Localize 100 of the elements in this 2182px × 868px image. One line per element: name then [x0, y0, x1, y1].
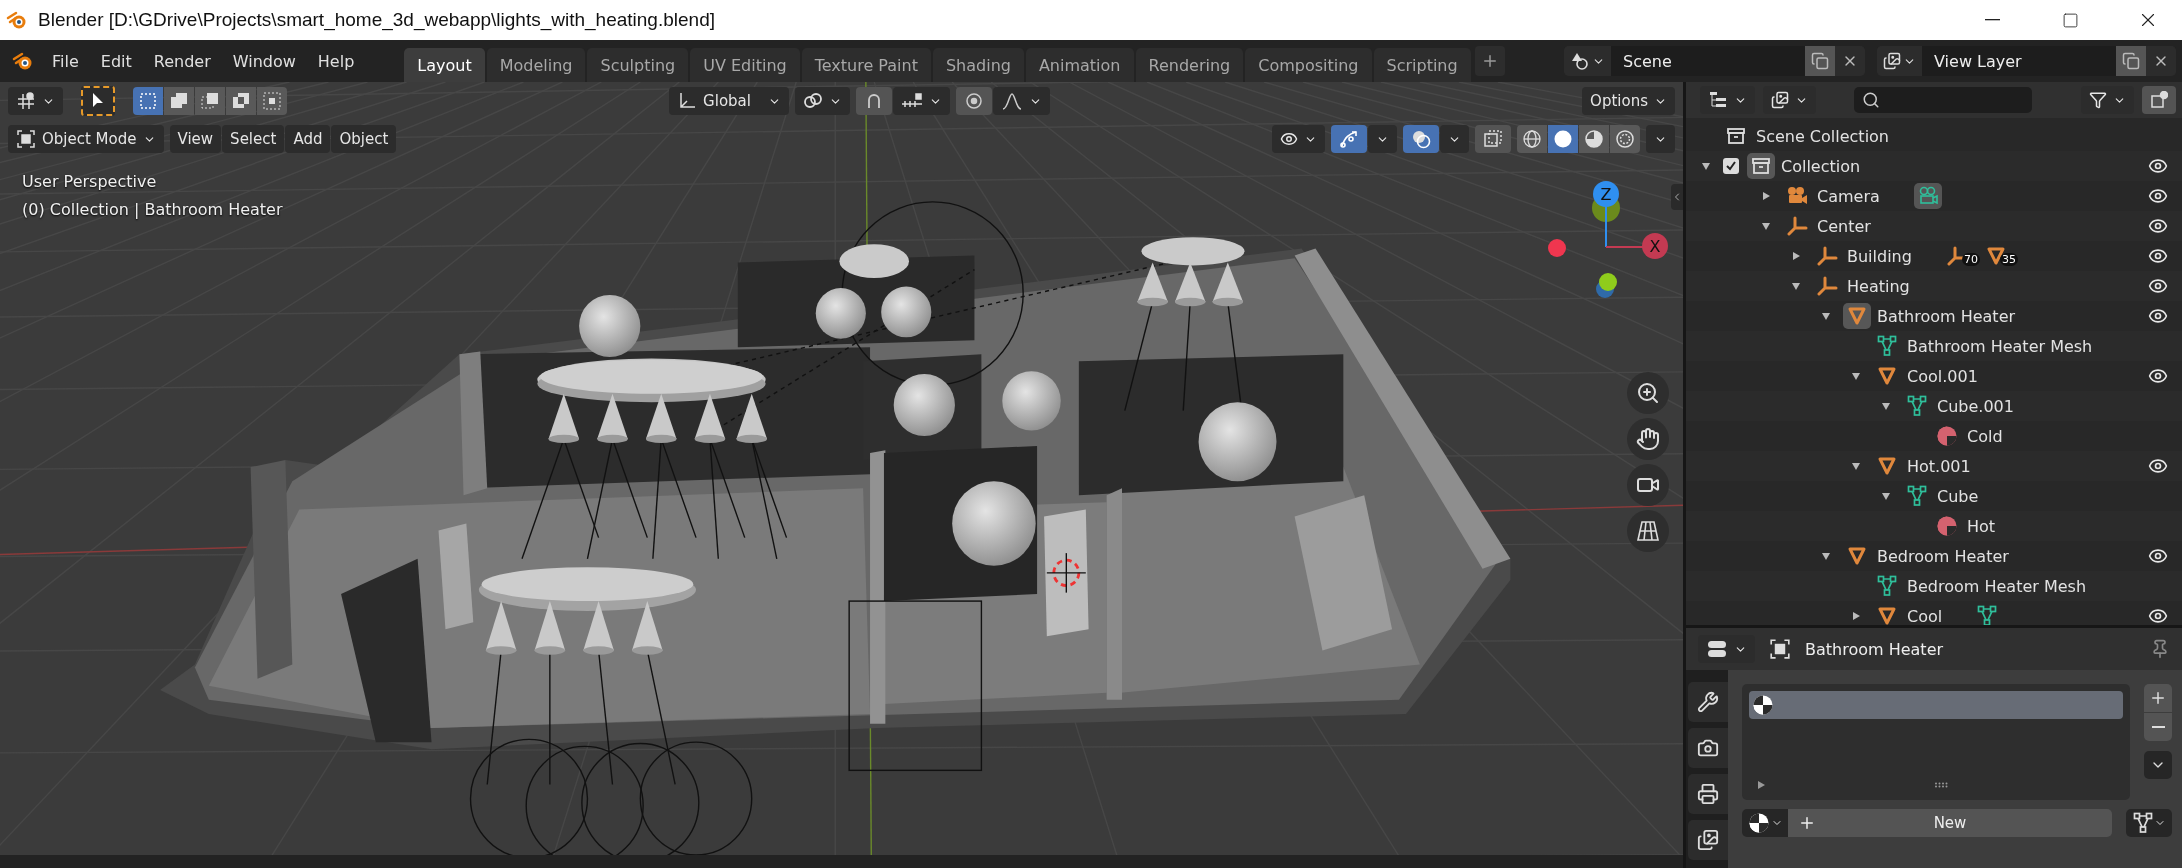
link-dropdown[interactable] — [2126, 809, 2172, 837]
slot-menu-button[interactable] — [2144, 751, 2172, 779]
workspace-tab[interactable]: Modeling — [486, 48, 586, 82]
sidebar-toggle[interactable] — [1671, 184, 1683, 210]
eye-icon[interactable] — [2148, 276, 2168, 296]
expanded-arrow-icon[interactable] — [1701, 161, 1711, 171]
expanded-arrow-icon[interactable] — [1881, 401, 1891, 411]
view-layer-dropdown[interactable] — [1763, 86, 1816, 114]
copy-scene-button[interactable] — [1805, 46, 1835, 76]
scene-field[interactable]: Scene — [1611, 46, 1805, 76]
gizmo-toggle[interactable] — [1331, 125, 1367, 153]
shading-mode-button[interactable] — [1548, 125, 1578, 153]
editor-type-dropdown[interactable] — [1698, 635, 1755, 663]
workspace-tab[interactable]: Animation — [1025, 48, 1134, 82]
axis-label: Z — [1600, 185, 1612, 204]
snap-toggle[interactable] — [856, 87, 893, 115]
eye-icon[interactable] — [2148, 456, 2168, 476]
collapsed-arrow-icon[interactable] — [1851, 611, 1861, 621]
eye-icon[interactable] — [2148, 306, 2168, 326]
add-workspace-button[interactable] — [1474, 46, 1505, 76]
eye-icon[interactable] — [2148, 546, 2168, 566]
menu-item[interactable]: Edit — [90, 47, 142, 75]
material-slot-list[interactable] — [1742, 684, 2130, 800]
new-collection-button[interactable] — [2142, 86, 2176, 114]
remove-slot-button[interactable] — [2144, 713, 2172, 741]
eye-icon[interactable] — [2148, 156, 2168, 176]
collapsed-arrow-icon[interactable] — [1791, 251, 1801, 261]
checkmark-icon — [1725, 160, 1737, 172]
output-tab[interactable] — [1688, 774, 1728, 814]
search-field[interactable] — [1854, 87, 2032, 113]
axis-gizmo[interactable] — [1548, 181, 1668, 298]
select-mode-button[interactable] — [195, 87, 225, 115]
menu-item[interactable]: Help — [307, 47, 365, 75]
expanded-arrow-icon[interactable] — [1851, 461, 1861, 471]
options-dropdown[interactable]: Options — [1582, 87, 1675, 115]
expanded-arrow-icon[interactable] — [1851, 371, 1861, 381]
viewport-menu[interactable]: Object — [331, 125, 397, 153]
expanded-arrow-icon[interactable] — [1791, 281, 1801, 291]
new-material-button[interactable]: New — [1788, 809, 2112, 837]
display-mode-dropdown[interactable] — [1700, 86, 1755, 114]
overlay-toggle[interactable] — [1403, 125, 1439, 153]
viewport-menu[interactable]: Select — [222, 125, 285, 153]
menu-item[interactable]: File — [42, 47, 89, 75]
menu-item[interactable]: Window — [222, 47, 306, 75]
workspace-tab[interactable]: Rendering — [1135, 48, 1244, 82]
render-tab[interactable] — [1688, 728, 1728, 768]
tool-tab[interactable] — [1688, 682, 1728, 722]
copy-view-layer-button[interactable] — [2116, 46, 2146, 76]
select-tool-button[interactable] — [81, 86, 115, 116]
camera-data-badge[interactable] — [1913, 183, 1942, 209]
shading-mode-button[interactable] — [1610, 125, 1640, 153]
checkbox[interactable] — [1723, 158, 1739, 174]
eye-icon[interactable] — [2148, 216, 2168, 236]
browse-material-button[interactable] — [1742, 809, 1788, 837]
view-layer-field[interactable]: View Layer — [1922, 46, 2116, 76]
window-title: Blender [D:\GDrive\Projects\smart_home_3d_webapp\lights_with_heating.blend] — [38, 9, 716, 31]
filter-dropdown[interactable] — [2081, 86, 2134, 114]
zoom-button[interactable] — [1627, 372, 1669, 414]
orientation-dropdown[interactable]: Global — [669, 87, 790, 115]
expanded-arrow-icon[interactable] — [1821, 311, 1831, 321]
snap-target-dropdown[interactable] — [893, 87, 951, 115]
viewport-menu[interactable]: Add — [285, 125, 331, 153]
select-mode-button[interactable] — [164, 87, 194, 115]
workspace-tab[interactable]: Layout — [404, 48, 485, 82]
select-mode-button[interactable] — [226, 87, 256, 115]
camera-view-button[interactable] — [1627, 464, 1669, 506]
pivot-dropdown[interactable] — [8, 87, 63, 115]
pan-button[interactable] — [1627, 418, 1669, 460]
visibility-dropdown[interactable] — [1272, 125, 1325, 153]
eye-icon[interactable] — [2148, 366, 2168, 386]
falloff-dropdown[interactable] — [993, 87, 1051, 115]
collapsed-arrow-icon[interactable] — [1761, 191, 1771, 201]
shading-mode-button[interactable] — [1517, 125, 1547, 153]
expanded-arrow-icon[interactable] — [1761, 221, 1771, 231]
expanded-arrow-icon[interactable] — [1881, 491, 1891, 501]
workspace-tab[interactable]: Texture Paint — [801, 48, 931, 82]
workspace-tab[interactable]: Shading — [932, 48, 1024, 82]
eye-icon[interactable] — [2148, 246, 2168, 266]
eye-icon[interactable] — [2148, 186, 2168, 206]
transform-affect-dropdown[interactable] — [795, 87, 851, 115]
add-slot-button[interactable] — [2144, 684, 2172, 712]
expand-arrow-icon[interactable] — [1756, 780, 1766, 790]
workspace-tab[interactable]: UV Editing — [690, 48, 800, 82]
workspace-tab[interactable]: Compositing — [1245, 48, 1372, 82]
menu-item[interactable]: Render — [143, 47, 221, 75]
xray-toggle[interactable] — [1475, 125, 1511, 153]
perspective-grid-button[interactable] — [1627, 510, 1669, 552]
resize-handle-icon[interactable] — [1934, 782, 1948, 788]
proportional-edit-toggle[interactable] — [956, 87, 993, 115]
workspace-tab[interactable]: Sculpting — [587, 48, 689, 82]
workspace-tab[interactable]: Scripting — [1373, 48, 1471, 82]
expanded-arrow-icon[interactable] — [1821, 551, 1831, 561]
view-layer-tab[interactable] — [1688, 820, 1728, 860]
eye-icon[interactable] — [2148, 606, 2168, 625]
viewport-menu[interactable]: View — [169, 125, 222, 153]
mode-dropdown[interactable]: Object Mode — [8, 125, 164, 153]
pin-icon[interactable] — [2150, 639, 2170, 659]
select-mode-button[interactable] — [133, 87, 163, 115]
shading-mode-button[interactable] — [1579, 125, 1609, 153]
select-mode-button[interactable] — [257, 87, 287, 115]
